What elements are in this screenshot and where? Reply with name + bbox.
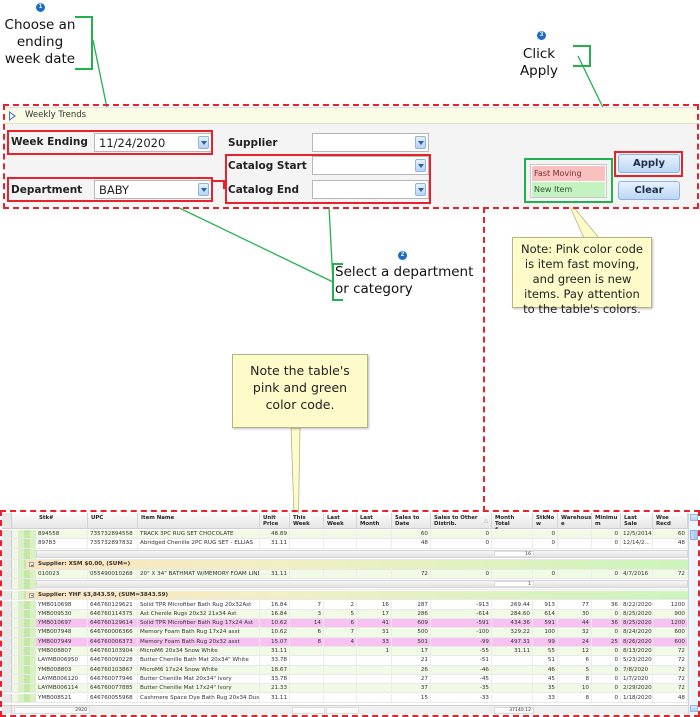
step-3-callout-text: Click Apply xyxy=(519,46,559,79)
table-highlight xyxy=(0,510,700,717)
apply-highlight xyxy=(614,151,683,177)
step-2-badge: 2 xyxy=(398,251,407,260)
week-ending-highlight xyxy=(7,130,213,155)
department-highlight xyxy=(7,177,213,202)
step-2-callout-line1: Select a department xyxy=(335,264,474,280)
step-1-bracket xyxy=(75,16,93,70)
step-2-bracket xyxy=(332,263,343,301)
table-note: Note the table's pink and green color co… xyxy=(232,354,368,428)
step-1-callout-text: Choose an ending week date xyxy=(4,17,76,67)
step-1-badge: 1 xyxy=(36,3,45,12)
catalog-highlight xyxy=(225,154,431,204)
step-3-bracket xyxy=(573,45,591,67)
legend-highlight xyxy=(524,158,613,203)
legend-note: Note: Pink color code is item fast movin… xyxy=(512,237,652,316)
step-2-callout-line2: or category xyxy=(335,281,413,297)
step-3-badge: 3 xyxy=(537,31,546,40)
table-region-outline xyxy=(483,207,485,512)
connector-line xyxy=(213,180,225,189)
